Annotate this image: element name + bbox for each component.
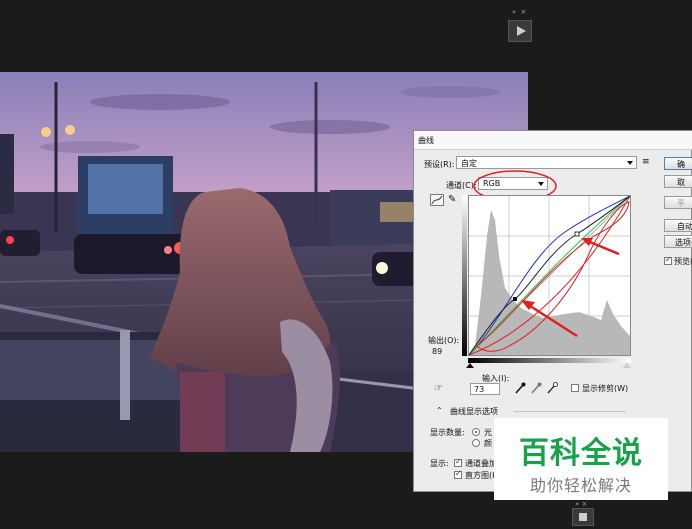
- output-value[interactable]: 89: [432, 347, 442, 356]
- panel-icon: [579, 513, 587, 521]
- input-gradient: [468, 358, 631, 363]
- dialog-titlebar[interactable]: 曲线: [414, 131, 692, 150]
- input-field[interactable]: 73: [470, 383, 500, 395]
- watermark-title: 百科全说: [519, 436, 643, 471]
- curve-options-label: 曲线显示选项: [450, 407, 498, 416]
- show-amount-label: 显示数量:: [430, 428, 465, 437]
- channel-overlay-checkbox[interactable]: [454, 457, 462, 467]
- output-gradient: [462, 195, 467, 356]
- auto-button[interactable]: 自动: [664, 219, 692, 232]
- preview-label: 预览(: [674, 257, 692, 266]
- panel-button[interactable]: [572, 508, 594, 526]
- eyedropper-group: [515, 382, 558, 394]
- smooth-button[interactable]: 平: [664, 196, 692, 209]
- pencil-icon[interactable]: ✎: [448, 194, 456, 205]
- eyedropper-gray-icon: [531, 382, 542, 394]
- black-point-slider[interactable]: [466, 363, 474, 368]
- preview-checkbox[interactable]: [664, 255, 672, 265]
- watermark-subtitle: 助你轻松解决: [529, 476, 632, 495]
- panel-grip[interactable]: » ×: [575, 500, 587, 508]
- preset-menu-icon[interactable]: ≡: [642, 157, 650, 167]
- options-button[interactable]: 选项(: [664, 235, 692, 248]
- play-button[interactable]: [508, 20, 532, 42]
- curve-point[interactable]: [513, 297, 517, 301]
- floating-panel-top: » ×: [508, 8, 532, 44]
- chevron-down-icon: [627, 161, 633, 165]
- divider: [514, 411, 626, 412]
- input-value: 73: [474, 385, 485, 394]
- curve-point[interactable]: [574, 231, 580, 237]
- amount-light-label: 光: [484, 428, 492, 437]
- cancel-button[interactable]: 取: [664, 175, 692, 188]
- white-point-slider[interactable]: [623, 363, 631, 368]
- show-clipping-checkbox[interactable]: [571, 384, 579, 392]
- histogram-checkbox[interactable]: [454, 469, 462, 479]
- curve-graph[interactable]: [468, 195, 631, 356]
- channel-overlay-label: 通道叠加: [465, 459, 497, 468]
- floating-panel-bottom: » ×: [572, 500, 594, 526]
- panel-grip[interactable]: » ×: [512, 8, 527, 16]
- amount-pigment-label: 颜: [484, 439, 492, 448]
- hand-adjust-icon[interactable]: ☞: [434, 383, 443, 394]
- show-clipping-label: 显示修剪(W): [582, 384, 629, 393]
- amount-light-radio[interactable]: [472, 428, 480, 436]
- ok-button[interactable]: 确: [664, 157, 692, 170]
- curve-tool-icon[interactable]: [430, 194, 444, 206]
- eyedropper-white-icon: [547, 382, 558, 394]
- eyedropper-black-icon: [515, 382, 526, 394]
- watermark: 百科全说 助你轻松解决: [494, 418, 668, 500]
- amount-pigment-radio[interactable]: [472, 439, 480, 447]
- dialog-title: 曲线: [418, 136, 434, 145]
- preset-label: 预设(R):: [424, 160, 455, 169]
- collapse-icon[interactable]: ⌃: [436, 406, 443, 415]
- play-icon: [517, 26, 526, 36]
- show-label: 显示:: [430, 459, 449, 468]
- output-label: 输出(O):: [428, 336, 460, 345]
